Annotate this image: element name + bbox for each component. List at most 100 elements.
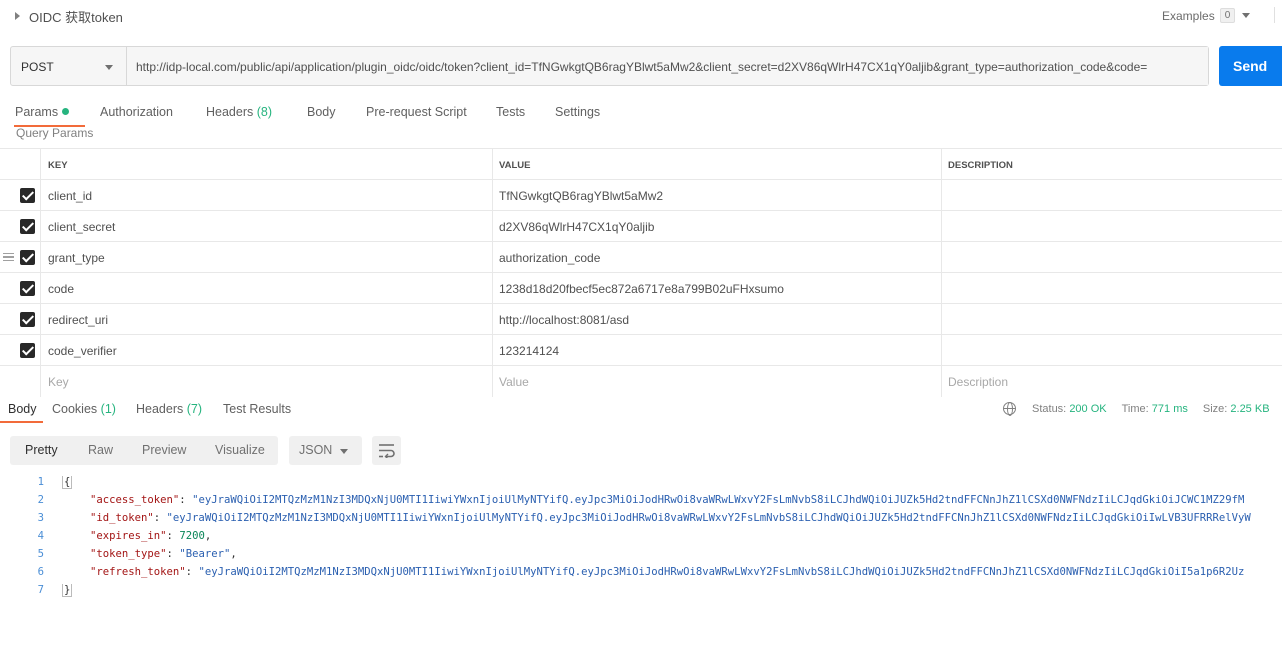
param-value-cell[interactable]: authorization_code <box>492 242 941 272</box>
chevron-down-icon <box>1242 13 1251 18</box>
examples-count-badge: 0 <box>1219 8 1236 23</box>
code-line: 5 "token_type": "Bearer", <box>0 548 1282 566</box>
param-value-cell[interactable]: 1238d18d20fbecf5ec872a6717e8a799B02uFHxs… <box>492 273 941 303</box>
param-value-cell[interactable]: http://localhost:8081/asd <box>492 304 941 334</box>
column-header-description: DESCRIPTION <box>941 149 1282 179</box>
line-number: 5 <box>37 548 44 560</box>
time-value[interactable]: 771 ms <box>1152 403 1188 415</box>
row-checkbox[interactable] <box>20 343 35 358</box>
raw-button[interactable]: Raw <box>88 443 113 457</box>
tab-headers[interactable]: Headers (8) <box>206 105 272 119</box>
size-label: Size: <box>1202 402 1228 415</box>
tab-body[interactable]: Body <box>307 105 336 119</box>
globe-icon[interactable] <box>1003 402 1016 416</box>
column-header-value: VALUE <box>492 149 941 179</box>
time-label: Time: <box>1121 402 1149 415</box>
tab-tests[interactable]: Tests <box>496 105 525 119</box>
request-tabs: Params Authorization Headers (8) Body Pr… <box>0 104 700 128</box>
param-value-cell[interactable]: 123214124 <box>492 335 941 365</box>
request-title[interactable]: OIDC 获取token <box>29 7 123 26</box>
line-number: 4 <box>37 530 44 542</box>
chevron-down-icon <box>105 65 113 70</box>
json-key: "refresh_token" <box>90 566 186 578</box>
examples-dropdown[interactable]: Examples 0 <box>1162 7 1275 23</box>
divider <box>1274 7 1275 23</box>
active-dot-icon <box>62 108 70 115</box>
request-title-bar: OIDC 获取token Examples 0 <box>0 0 1282 32</box>
tab-headers-label: Headers <box>206 105 254 119</box>
tab-response-headers[interactable]: Headers (7) <box>136 402 202 416</box>
tab-prerequest-script[interactable]: Pre-request Script <box>366 105 467 119</box>
tab-response-body[interactable]: Body <box>8 402 37 416</box>
json-value: "eyJraWQiOiI2MTQzMzM1NzI3MDQxNjU0MTI1Iiw… <box>166 512 1251 524</box>
param-description-cell[interactable] <box>941 273 1282 303</box>
table-row: client_id TfNGwkgtQB6ragYBlwt5aMw2 <box>0 180 1282 211</box>
examples-label: Examples <box>1162 8 1215 23</box>
url-bar: POST http://idp-local.com/public/api/app… <box>10 46 1209 86</box>
param-key-cell[interactable]: code_verifier <box>40 335 492 365</box>
tab-test-results[interactable]: Test Results <box>223 402 291 416</box>
pretty-button[interactable]: Pretty <box>25 443 58 457</box>
code-line: 6 "refresh_token": "eyJraWQiOiI2MTQzMzM1… <box>0 566 1282 584</box>
table-row: redirect_uri http://localhost:8081/asd <box>0 304 1282 335</box>
view-mode-group: Pretty Raw Preview Visualize <box>10 436 278 465</box>
param-key-cell[interactable]: code <box>40 273 492 303</box>
table-row: grant_type authorization_code <box>0 242 1282 273</box>
tab-response-headers-count: (7) <box>186 402 203 416</box>
code-line: 4 "expires_in": 7200, <box>0 530 1282 548</box>
preview-button[interactable]: Preview <box>142 443 186 457</box>
drag-handle-icon[interactable] <box>3 253 14 261</box>
row-checkbox[interactable] <box>20 250 35 265</box>
url-input[interactable]: http://idp-local.com/public/api/applicat… <box>127 47 1208 85</box>
tab-authorization[interactable]: Authorization <box>100 105 173 119</box>
row-checkbox[interactable] <box>20 281 35 296</box>
param-description-cell[interactable] <box>941 335 1282 365</box>
new-description-input[interactable]: Description <box>941 366 1282 397</box>
code-line: 1 { <box>0 476 1282 494</box>
param-key-cell[interactable]: client_id <box>40 180 492 210</box>
table-row: client_secret d2XV86qWlrH47CX1qY0aljib <box>0 211 1282 242</box>
table-row: code 1238d18d20fbecf5ec872a6717e8a799B02… <box>0 273 1282 304</box>
format-label: JSON <box>299 443 333 457</box>
collapse-caret-icon[interactable] <box>15 12 20 20</box>
new-value-input[interactable]: Value <box>492 366 941 397</box>
tab-headers-count: (8) <box>256 105 273 119</box>
json-key: "expires_in" <box>90 530 167 542</box>
code-line: 2 "access_token": "eyJraWQiOiI2MTQzMzM1N… <box>0 494 1282 512</box>
new-key-input[interactable]: Key <box>40 366 492 397</box>
tab-cookies-label: Cookies <box>52 402 98 416</box>
size-value[interactable]: 2.25 KB <box>1230 403 1269 415</box>
line-number: 3 <box>37 512 44 524</box>
active-response-tab-indicator <box>0 421 43 423</box>
param-description-cell[interactable] <box>941 211 1282 241</box>
param-value-cell[interactable]: TfNGwkgtQB6ragYBlwt5aMw2 <box>492 180 941 210</box>
json-key: "token_type" <box>90 548 167 560</box>
close-brace: } <box>61 584 73 597</box>
tab-settings[interactable]: Settings <box>555 105 600 119</box>
code-line: 7 } <box>0 584 1282 602</box>
tab-params[interactable]: Params <box>15 105 70 119</box>
send-button[interactable]: Send <box>1219 46 1282 86</box>
param-key-cell[interactable]: grant_type <box>40 242 492 272</box>
tab-cookies[interactable]: Cookies (1) <box>52 402 116 416</box>
json-value: "eyJraWQiOiI2MTQzMzM1NzI3MDQxNjU0MTI1Iiw… <box>192 494 1245 506</box>
param-key-cell[interactable]: client_secret <box>40 211 492 241</box>
row-checkbox[interactable] <box>20 188 35 203</box>
visualize-button[interactable]: Visualize <box>215 443 265 457</box>
method-select[interactable]: POST <box>11 47 127 85</box>
param-description-cell[interactable] <box>941 304 1282 334</box>
status-label: Status: <box>1032 402 1067 415</box>
format-select[interactable]: JSON <box>289 436 362 465</box>
response-body-editor[interactable]: 1 { 2 "access_token": "eyJraWQiOiI2MTQzM… <box>0 476 1282 606</box>
query-params-label: Query Params <box>16 126 94 140</box>
wrap-lines-button[interactable] <box>372 436 401 465</box>
row-checkbox[interactable] <box>20 312 35 327</box>
json-value: "eyJraWQiOiI2MTQzMzM1NzI3MDQxNjU0MTI1Iiw… <box>198 566 1245 578</box>
table-header-row: KEY VALUE DESCRIPTION <box>0 148 1282 180</box>
status-value[interactable]: 200 OK <box>1069 403 1106 415</box>
row-checkbox[interactable] <box>20 219 35 234</box>
param-description-cell[interactable] <box>941 242 1282 272</box>
param-value-cell[interactable]: d2XV86qWlrH47CX1qY0aljib <box>492 211 941 241</box>
param-key-cell[interactable]: redirect_uri <box>40 304 492 334</box>
param-description-cell[interactable] <box>941 180 1282 210</box>
